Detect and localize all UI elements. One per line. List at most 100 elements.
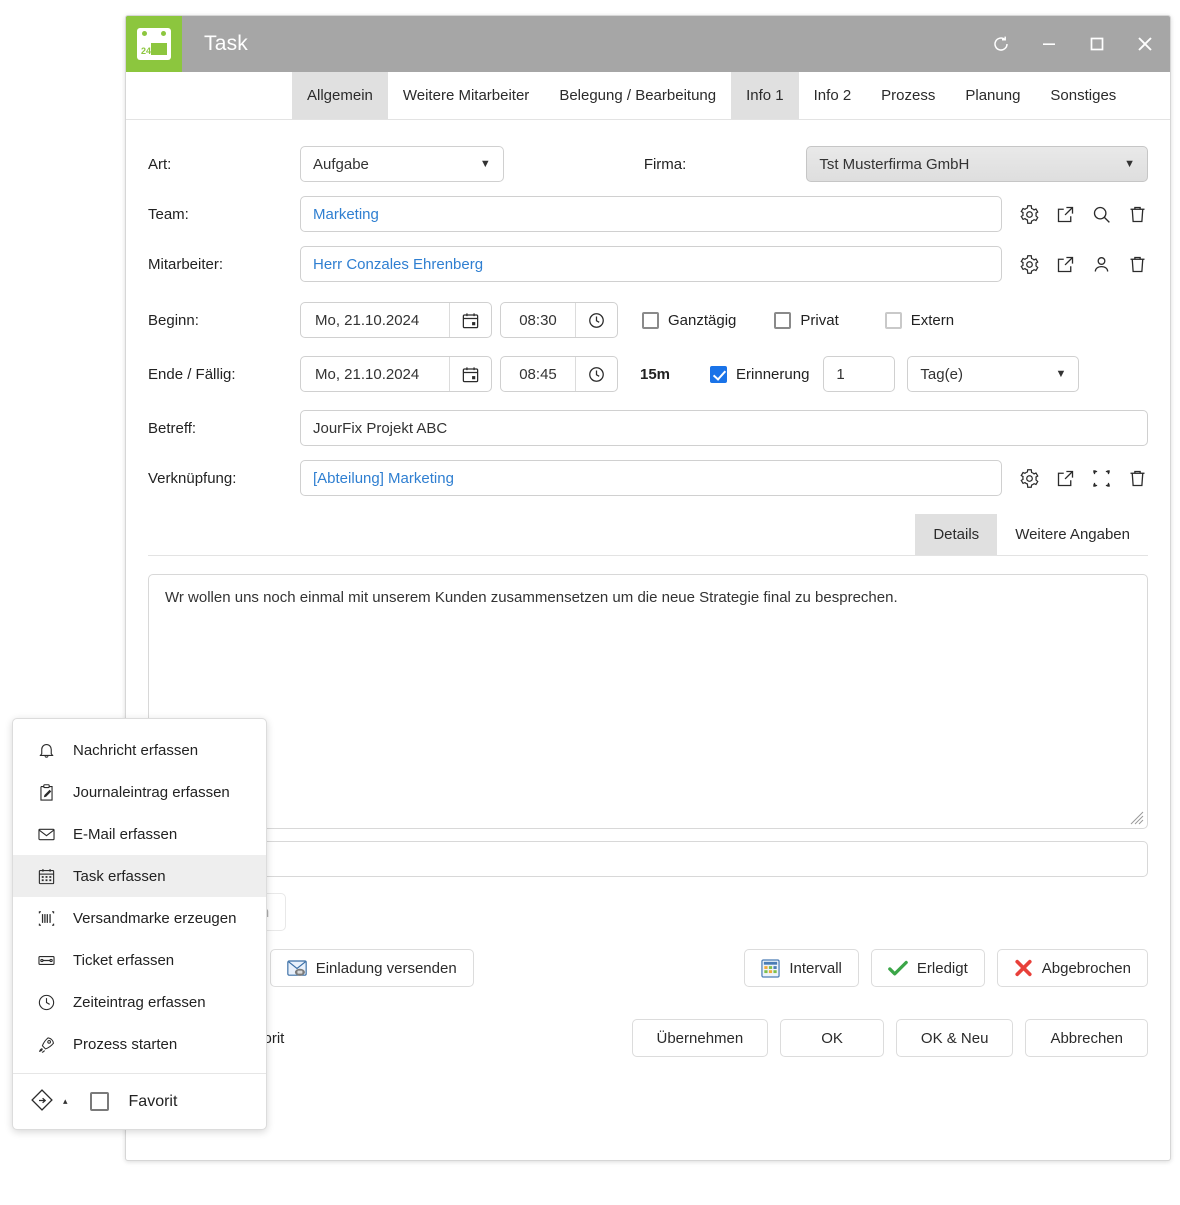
tab-info-1[interactable]: Info 1 (731, 72, 799, 119)
search-icon[interactable] (1090, 203, 1112, 225)
menu-item-journaleintrag-erfassen[interactable]: Journaleintrag erfassen (13, 771, 266, 813)
mitarbeiter-value: Herr Conzales Ehrenberg (313, 255, 484, 273)
beginn-time-field[interactable]: 08:30 (500, 302, 618, 338)
privat-checkbox[interactable]: Privat (774, 311, 839, 329)
uebernehmen-button[interactable]: Übernehmen (631, 1019, 769, 1057)
menu-item-versandmarke-erzeugen[interactable]: Versandmarke erzeugen (13, 897, 266, 939)
dialog-buttons: Übernehmen OK OK & Neu Abbrechen (631, 1019, 1148, 1057)
tab-prozess[interactable]: Prozess (866, 72, 950, 119)
betreff-value: JourFix Projekt ABC (313, 419, 448, 437)
team-value: Marketing (313, 205, 379, 223)
minimize-icon[interactable] (1038, 33, 1060, 55)
open-external-icon[interactable] (1054, 203, 1076, 225)
duration-label: 15m (640, 365, 671, 383)
menu-item-task-erfassen[interactable]: Task erfassen (13, 855, 266, 897)
calendar-icon[interactable] (449, 303, 491, 337)
diamond-arrow-icon[interactable] (31, 1088, 57, 1115)
erinnerung-amount-input[interactable]: 1 (823, 356, 896, 392)
clock-icon[interactable] (575, 303, 617, 337)
art-select[interactable]: Aufgabe ▼ (300, 146, 504, 182)
favorit-label: Favorit (128, 1092, 178, 1110)
trash-icon[interactable] (1126, 253, 1148, 275)
task-window: 24 Task Allgemein Weitere Mitarbeiter Be… (125, 15, 1171, 1161)
window-controls (990, 16, 1156, 72)
abgebrochen-label: Abgebrochen (1041, 959, 1131, 977)
menu-item-prozess-starten[interactable]: Prozess starten (13, 1023, 266, 1065)
favorit-checkbox[interactable] (89, 1092, 109, 1111)
trash-icon[interactable] (1126, 467, 1148, 489)
ende-date-field[interactable]: Mo, 21.10.2024 (300, 356, 492, 392)
cross-icon (1014, 959, 1033, 977)
gear-icon[interactable] (1018, 203, 1040, 225)
person-icon[interactable] (1090, 253, 1112, 275)
tab-belegung-bearbeitung[interactable]: Belegung / Bearbeitung (544, 72, 731, 119)
intervall-button[interactable]: Intervall (744, 949, 859, 987)
menu-item-zeiteintrag-erfassen[interactable]: Zeiteintrag erfassen (13, 981, 266, 1023)
erledigt-label: Erledigt (916, 959, 968, 977)
resize-grip-icon[interactable] (1130, 811, 1144, 825)
tab-sonstiges[interactable]: Sonstiges (1035, 72, 1131, 119)
extra-blank-input[interactable] (148, 841, 1148, 877)
menu-item-nachricht-erfassen[interactable]: Nachricht erfassen (13, 729, 266, 771)
beginn-date-field[interactable]: Mo, 21.10.2024 (300, 302, 492, 338)
privat-label: Privat (800, 311, 839, 329)
mitarbeiter-input[interactable]: Herr Conzales Ehrenberg (300, 246, 1002, 282)
tab-allgemein[interactable]: Allgemein (292, 72, 388, 119)
erinnerung-checkbox[interactable]: Erinnerung (710, 365, 809, 383)
context-menu: Nachricht erfassen Journaleintrag erfass… (12, 718, 267, 1130)
menu-item-label: E-Mail erfassen (73, 825, 178, 843)
abbrechen-button[interactable]: Abbrechen (1025, 1019, 1148, 1057)
clipboard-pencil-icon (35, 781, 57, 803)
verknuepfung-input[interactable]: [Abteilung] Marketing (300, 460, 1002, 496)
erinnerung-unit-select[interactable]: Tag(e) ▼ (907, 356, 1080, 392)
frame-icon[interactable] (1090, 467, 1112, 489)
menu-item-email-erfassen[interactable]: E-Mail erfassen (13, 813, 266, 855)
process-button-row: Prozess starten (148, 893, 1148, 931)
window-titlebar: 24 Task (126, 16, 1170, 72)
row-beginn: Beginn: Mo, 21.10.2024 08:30 Ganztägig P… (148, 302, 1148, 338)
gear-icon[interactable] (1018, 467, 1040, 489)
label-verknuepfung: Verknüpfung: (148, 469, 237, 487)
label-team: Team: (148, 205, 189, 223)
ganztaegig-label: Ganztägig (668, 311, 737, 329)
calendar-icon (35, 865, 57, 887)
subtab-weitere-angaben[interactable]: Weitere Angaben (997, 514, 1148, 555)
open-external-icon[interactable] (1054, 467, 1076, 489)
tab-info-2[interactable]: Info 2 (799, 72, 867, 119)
menu-item-label: Nachricht erfassen (73, 741, 199, 759)
ganztaegig-checkbox[interactable]: Ganztägig (642, 311, 737, 329)
gear-icon[interactable] (1018, 253, 1040, 275)
subtab-details[interactable]: Details (915, 514, 998, 555)
betreff-input[interactable]: JourFix Projekt ABC (300, 410, 1148, 446)
calendar-icon[interactable] (449, 357, 491, 391)
extern-checkbox[interactable]: Extern (884, 311, 954, 329)
team-input[interactable]: Marketing (300, 196, 1002, 232)
erledigt-button[interactable]: Erledigt (870, 949, 985, 987)
einladung-versenden-button[interactable]: Einladung versenden (269, 949, 474, 987)
menu-item-ticket-erfassen[interactable]: Ticket erfassen (13, 939, 266, 981)
label-mitarbeiter: Mitarbeiter: (148, 255, 224, 273)
verknuepfung-row-icons (1018, 467, 1148, 489)
close-icon[interactable] (1134, 33, 1156, 55)
ok-button[interactable]: OK (780, 1019, 884, 1057)
ende-time-field[interactable]: 08:45 (500, 356, 618, 392)
maximize-icon[interactable] (1086, 33, 1108, 55)
checkbox-box (710, 365, 728, 383)
trash-icon[interactable] (1126, 203, 1148, 225)
erinnerung-amount-value: 1 (836, 365, 845, 383)
description-textarea[interactable]: Wr wollen uns noch einmal mit unserem Ku… (148, 574, 1148, 829)
description-text: Wr wollen uns noch einmal mit unserem Ku… (165, 589, 898, 606)
refresh-icon[interactable] (990, 33, 1012, 55)
bell-icon (35, 739, 57, 761)
open-external-icon[interactable] (1054, 253, 1076, 275)
status-button-row: chronisieren Einladung versenden Interva… (148, 949, 1148, 987)
tab-planung[interactable]: Planung (950, 72, 1035, 119)
abgebrochen-button[interactable]: Abgebrochen (996, 949, 1148, 987)
ok-neu-button[interactable]: OK & Neu (895, 1019, 1014, 1057)
menu-item-label: Versandmarke erzeugen (73, 909, 237, 927)
clock-icon[interactable] (575, 357, 617, 391)
caret-up-icon[interactable]: ▴ (63, 1096, 68, 1107)
tab-weitere-mitarbeiter[interactable]: Weitere Mitarbeiter (388, 72, 544, 119)
firma-select[interactable]: Tst Musterfirma GmbH ▼ (806, 146, 1148, 182)
menu-item-label: Ticket erfassen (73, 951, 175, 969)
